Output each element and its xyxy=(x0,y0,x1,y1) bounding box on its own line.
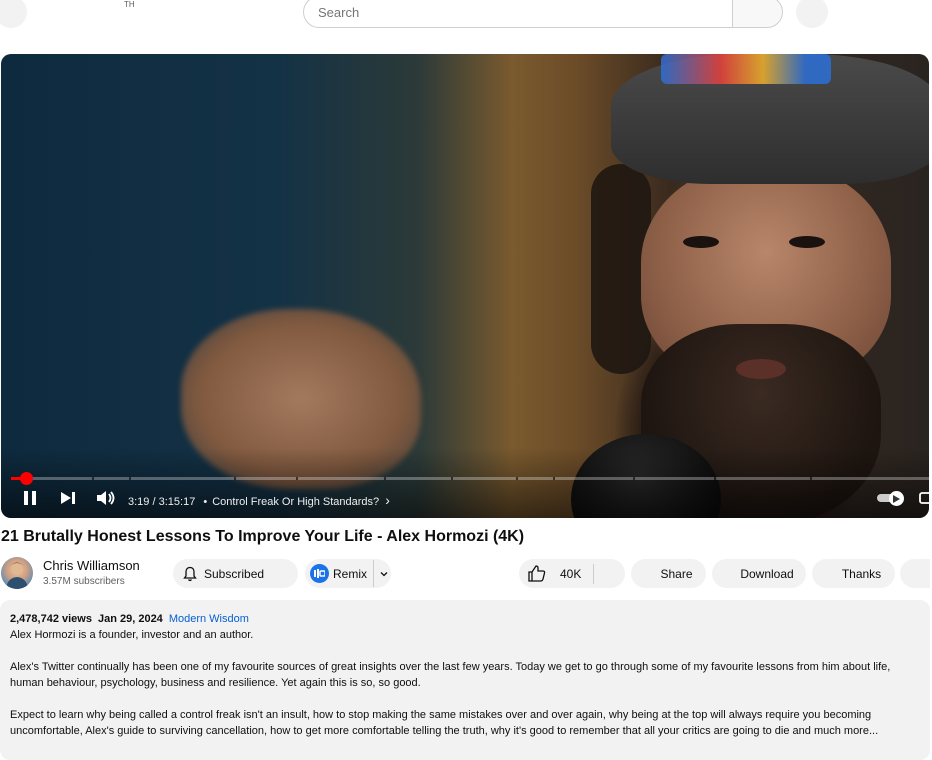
pause-button[interactable] xyxy=(19,486,41,510)
chapter-marker xyxy=(296,477,298,480)
subscribed-button[interactable]: Subscribed xyxy=(173,559,298,588)
upload-date: Jan 29, 2024 xyxy=(97,613,163,625)
dislike-button[interactable] xyxy=(594,559,625,588)
thanks-button[interactable]: Thanks xyxy=(812,559,895,588)
video-frame-eye-right xyxy=(789,236,825,248)
remix-icon xyxy=(310,564,329,583)
play-icon xyxy=(893,494,900,503)
progress-bar[interactable] xyxy=(11,472,929,485)
channel-avatar[interactable] xyxy=(1,557,33,589)
chapter-title[interactable]: Control Freak Or High Standards? xyxy=(212,496,379,508)
skip-next-icon xyxy=(61,492,75,504)
channel-name[interactable]: Chris Williamson xyxy=(43,558,140,573)
current-time: 3:19 xyxy=(128,496,150,508)
time-display: 3:19 / 3:15:17 • Control Freak Or High St… xyxy=(128,492,390,508)
next-button[interactable] xyxy=(57,486,79,510)
remix-button[interactable]: Remix xyxy=(305,559,391,588)
view-count: 2,478,742 views xyxy=(10,613,92,625)
voice-search-button[interactable] xyxy=(796,0,828,28)
like-dislike-group: 40K xyxy=(519,559,625,588)
autoplay-knob xyxy=(889,491,904,506)
player-controls: 3:19 / 3:15:17 • Control Freak Or High St… xyxy=(1,486,929,510)
download-label: Download xyxy=(740,566,794,581)
video-title: 21 Brutally Honest Lessons To Improve Yo… xyxy=(1,528,525,545)
remix-divider xyxy=(373,560,375,587)
thanks-label: Thanks xyxy=(841,566,882,581)
chevron-down-icon[interactable] xyxy=(379,569,389,579)
description-meta: 2,478,742 views Jan 29, 2024 Modern Wisdom xyxy=(10,611,920,627)
subscriber-count: 3.57M subscribers xyxy=(43,576,125,587)
search-button[interactable] xyxy=(732,0,783,28)
search-input[interactable] xyxy=(304,0,733,27)
share-button[interactable]: Share xyxy=(631,559,706,588)
chapter-marker xyxy=(234,477,236,480)
more-actions-button[interactable] xyxy=(900,559,930,588)
subtitles-icon xyxy=(919,492,929,504)
time-separator: / xyxy=(152,496,156,508)
volume-button[interactable] xyxy=(94,486,118,510)
description-paragraph-2: Alex's Twitter continually has been one … xyxy=(10,661,891,689)
description-box[interactable]: 2,478,742 views Jan 29, 2024 Modern Wisdom… xyxy=(0,600,930,760)
progress-scrubber[interactable] xyxy=(20,472,33,485)
share-label: Share xyxy=(660,566,693,581)
region-code: TH xyxy=(124,0,135,9)
search-box[interactable] xyxy=(303,0,733,28)
pause-icon xyxy=(24,491,36,505)
subtitles-button[interactable] xyxy=(919,486,929,510)
volume-icon xyxy=(97,491,115,505)
autoplay-toggle[interactable] xyxy=(877,491,905,506)
video-frame-mouth xyxy=(736,359,786,379)
chapter-chevron-icon[interactable]: › xyxy=(385,492,390,508)
video-frame-cap-logo xyxy=(661,54,831,84)
description-paragraph-3: Expect to learn why being called a contr… xyxy=(10,709,879,737)
chapter-marker xyxy=(384,477,386,480)
like-count: 40K xyxy=(560,566,582,581)
chapter-marker xyxy=(714,477,716,480)
video-frame-eye-left xyxy=(683,236,719,248)
chapter-marker xyxy=(92,477,94,480)
masthead: TH xyxy=(0,0,932,40)
subscribed-label: Subscribed xyxy=(204,566,265,581)
chapter-marker xyxy=(451,477,453,480)
chapter-bullet: • xyxy=(203,496,208,508)
like-button[interactable]: 40K xyxy=(528,565,581,582)
avatar-portrait xyxy=(6,562,28,589)
total-time: 3:15:17 xyxy=(158,496,196,508)
chapter-marker xyxy=(810,477,812,480)
chapter-marker xyxy=(129,477,131,480)
chapter-marker xyxy=(553,477,555,480)
description-hashtag[interactable]: Modern Wisdom xyxy=(169,613,249,625)
description-line-1: Alex Hormozi is a founder, investor and … xyxy=(10,629,254,641)
download-button[interactable]: Download xyxy=(712,559,806,588)
thumbs-up-icon xyxy=(528,565,546,582)
video-player[interactable]: 3:19 / 3:15:17 • Control Freak Or High St… xyxy=(1,54,929,518)
chapter-marker xyxy=(516,477,518,480)
bell-icon xyxy=(183,566,197,581)
menu-button[interactable] xyxy=(0,0,27,28)
remix-label: Remix xyxy=(333,566,368,581)
chapter-marker xyxy=(633,477,635,480)
